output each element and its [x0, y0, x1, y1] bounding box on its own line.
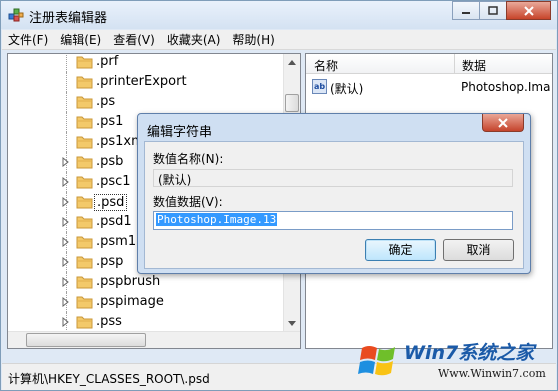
list-item[interactable]: ab (默认) Photoshop.Ima	[306, 78, 552, 98]
folder-icon	[76, 176, 93, 189]
tree-connector-line	[66, 54, 67, 72]
tree-item[interactable]: .ps	[8, 92, 300, 112]
value-name: (默认)	[330, 82, 364, 96]
tree-item-label: .prf	[96, 54, 119, 69]
dialog-title: 编辑字符串	[147, 125, 213, 140]
column-divider[interactable]	[454, 54, 455, 74]
expand-arrow-icon[interactable]	[61, 197, 71, 207]
status-path: 计算机\HKEY_CLASSES_ROOT\.psd	[8, 372, 210, 386]
tree-item-label: .printerExport	[96, 74, 187, 89]
string-value-icon: ab	[312, 79, 327, 94]
dialog-body: 数值名称(N): (默认) 数值数据(V): Photoshop.Image.1…	[144, 141, 524, 269]
tree-connector-line	[66, 92, 67, 112]
menu-view[interactable]: 查看(V)	[107, 31, 161, 48]
windows-logo-icon	[358, 346, 395, 376]
tree-item[interactable]: .pspimage	[8, 292, 300, 312]
folder-icon	[76, 76, 93, 89]
folder-icon	[76, 276, 93, 289]
title-bar[interactable]: 注册表编辑器	[1, 1, 557, 29]
close-icon	[498, 117, 508, 128]
edit-string-dialog: 编辑字符串 数值名称(N): (默认) 数值数据(V): Photoshop.I…	[137, 113, 531, 274]
minimize-icon	[462, 11, 470, 14]
expand-arrow-icon[interactable]	[61, 257, 71, 267]
tree-item-label: .psc1	[96, 174, 131, 189]
folder-icon	[76, 96, 93, 109]
value-name-field: (默认)	[153, 169, 513, 187]
value-name-label: 数值名称(N):	[153, 152, 224, 166]
registry-editor-icon	[8, 8, 24, 22]
ok-button[interactable]: 确定	[365, 239, 436, 261]
folder-icon	[76, 196, 93, 209]
value-data: Photoshop.Ima	[461, 80, 551, 94]
expand-arrow-icon[interactable]	[61, 157, 71, 167]
menu-bar: 文件(F) 编辑(E) 查看(V) 收藏夹(A) 帮助(H)	[2, 30, 556, 50]
minimize-button[interactable]	[452, 1, 480, 20]
folder-icon	[76, 156, 93, 169]
value-data-label: 数值数据(V):	[153, 195, 223, 209]
cancel-button[interactable]: 取消	[443, 239, 514, 261]
tree-item-label: .psp	[96, 254, 124, 269]
close-icon	[523, 5, 534, 16]
expand-arrow-icon[interactable]	[61, 317, 71, 327]
expand-arrow-icon[interactable]	[61, 297, 71, 307]
tree-connector-line	[66, 112, 67, 132]
tree-item-label: .ps1	[96, 114, 124, 129]
tree-item[interactable]: .pss	[8, 312, 300, 332]
list-header: 名称 数据	[306, 54, 552, 74]
caption-buttons	[452, 1, 551, 20]
tree-item-label: .ps	[96, 94, 116, 109]
folder-icon	[76, 116, 93, 129]
tree-item[interactable]: .pspbrush	[8, 272, 300, 292]
folder-icon	[76, 136, 93, 149]
column-data-header[interactable]: 数据	[462, 57, 486, 74]
close-button[interactable]	[506, 1, 551, 20]
tree-connector-line	[66, 132, 67, 152]
menu-favorites[interactable]: 收藏夹(A)	[161, 31, 227, 48]
watermark-url: Www.Winwin7.com	[438, 367, 546, 380]
tree-horizontal-scrollbar[interactable]	[8, 331, 300, 348]
tree-item-label: .psm1	[96, 234, 137, 249]
folder-icon	[76, 56, 93, 69]
tree-item-label: .pspbrush	[96, 274, 161, 289]
maximize-button[interactable]	[479, 1, 507, 20]
menu-help[interactable]: 帮助(H)	[226, 31, 280, 48]
selected-text: Photoshop.Image.13	[156, 213, 278, 226]
chevron-up-icon	[288, 60, 296, 65]
tree-item-label: .psd1	[96, 214, 132, 229]
folder-icon	[76, 236, 93, 249]
tree-hscroll-thumb[interactable]	[26, 333, 146, 347]
value-data-input[interactable]: Photoshop.Image.13	[153, 211, 513, 230]
watermark-brand: Win7系统之家	[404, 342, 535, 364]
folder-icon	[76, 316, 93, 329]
dialog-close-button[interactable]	[482, 114, 524, 132]
window-title: 注册表编辑器	[29, 11, 108, 26]
folder-icon	[76, 216, 93, 229]
expand-arrow-icon[interactable]	[61, 177, 71, 187]
tree-item-label: .pspimage	[96, 294, 164, 309]
watermark: Win7系统之家 Www.Winwin7.com	[356, 336, 556, 388]
maximize-icon	[488, 6, 498, 15]
scroll-up-arrow[interactable]	[284, 54, 300, 71]
tree-item-label: .pss	[96, 314, 122, 329]
scroll-down-arrow[interactable]	[284, 315, 300, 332]
menu-file[interactable]: 文件(F)	[2, 31, 54, 48]
folder-icon	[76, 256, 93, 269]
folder-icon	[76, 296, 93, 309]
chevron-down-icon	[288, 321, 296, 326]
tree-connector-line	[66, 72, 67, 92]
expand-arrow-icon[interactable]	[61, 237, 71, 247]
tree-item[interactable]: .printerExport	[8, 72, 300, 92]
tree-item-label: .psb	[96, 154, 124, 169]
menu-edit[interactable]: 编辑(E)	[54, 31, 107, 48]
tree-scroll-thumb[interactable]	[285, 94, 299, 112]
tree-item-label: .psd	[94, 194, 128, 211]
column-name-header[interactable]: 名称	[314, 57, 338, 74]
tree-item[interactable]: .prf	[8, 54, 300, 72]
expand-arrow-icon[interactable]	[61, 277, 71, 287]
expand-arrow-icon[interactable]	[61, 217, 71, 227]
